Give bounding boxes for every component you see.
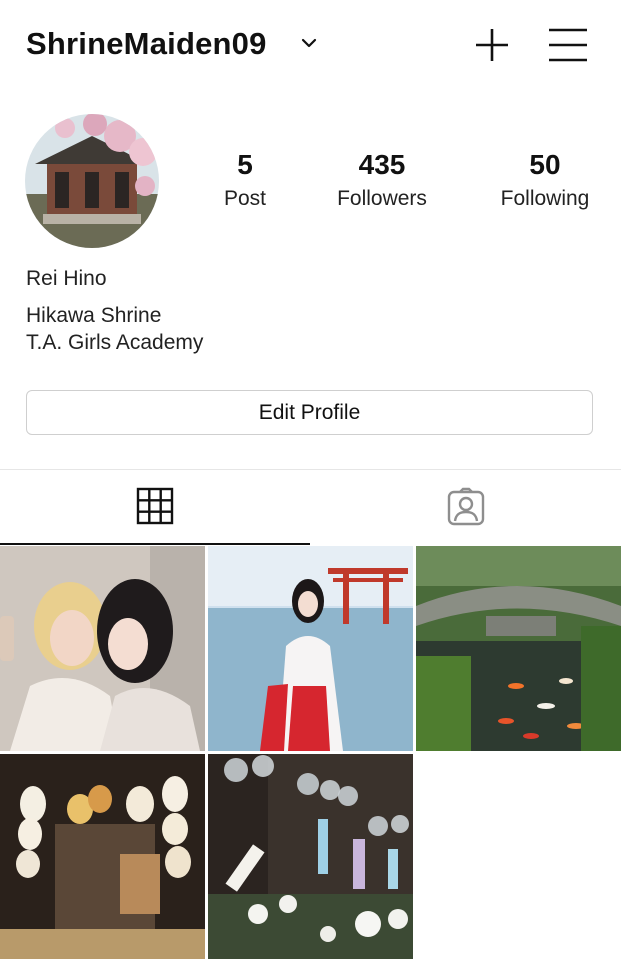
wind-chimes-photo[interactable] bbox=[208, 754, 413, 959]
top-bar: ShrineMaiden09 bbox=[0, 0, 621, 90]
tab-tagged[interactable] bbox=[310, 470, 621, 545]
koi-pond-bridge-photo[interactable] bbox=[416, 546, 621, 751]
chevron-down-icon[interactable] bbox=[300, 36, 318, 50]
tagged-user-icon bbox=[447, 487, 485, 526]
two-girls-selfie-photo[interactable] bbox=[0, 546, 205, 751]
following-count-value: 50 bbox=[529, 149, 561, 180]
post-count[interactable]: 5 Post bbox=[175, 148, 315, 214]
bio-line: T.A. Girls Academy bbox=[26, 331, 204, 354]
username-title[interactable]: ShrineMaiden09 bbox=[26, 26, 267, 62]
followers-count-value: 435 bbox=[358, 149, 406, 180]
hamburger-menu-icon[interactable] bbox=[547, 26, 589, 64]
edit-profile-button[interactable]: Edit Profile bbox=[26, 390, 593, 435]
following-count-label: Following bbox=[500, 187, 590, 210]
tab-posts-grid[interactable] bbox=[0, 470, 310, 545]
bio-line: Hikawa Shrine bbox=[26, 304, 162, 327]
avatar[interactable] bbox=[25, 114, 159, 248]
post-count-value: 5 bbox=[237, 149, 253, 180]
followers-count[interactable]: 435 Followers bbox=[312, 148, 452, 214]
shrine-maiden-by-sea-photo[interactable] bbox=[208, 546, 413, 751]
lantern-room-photo[interactable] bbox=[0, 754, 205, 959]
grid-icon bbox=[136, 487, 174, 525]
profile-name: Rei Hino bbox=[26, 267, 107, 290]
followers-count-label: Followers bbox=[337, 187, 427, 210]
post-count-label: Post bbox=[223, 187, 267, 210]
active-tab-indicator bbox=[0, 543, 310, 545]
following-count[interactable]: 50 Following bbox=[475, 148, 615, 214]
avatar-shrine-image bbox=[25, 114, 159, 248]
plus-icon[interactable] bbox=[473, 26, 511, 64]
